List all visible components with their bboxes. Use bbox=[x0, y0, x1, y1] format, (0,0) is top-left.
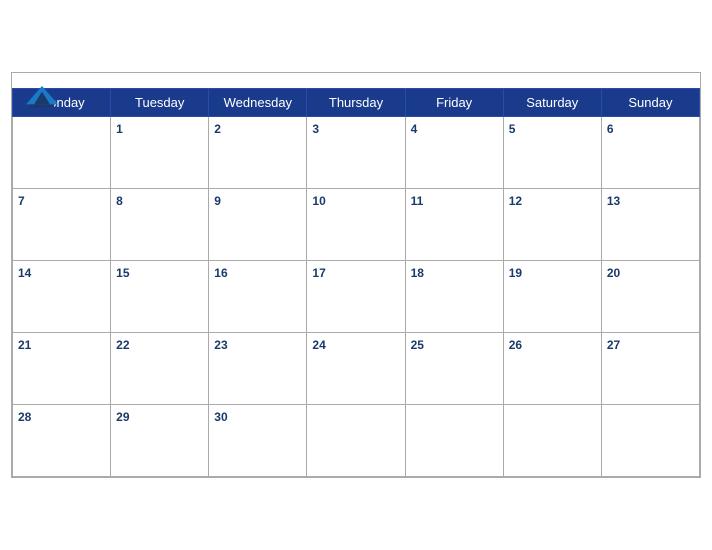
day-number: 1 bbox=[116, 122, 123, 136]
calendar-day-cell: 29 bbox=[111, 405, 209, 477]
day-number: 12 bbox=[509, 194, 522, 208]
calendar-day-cell: 22 bbox=[111, 333, 209, 405]
logo-icon bbox=[22, 81, 62, 111]
calendar-day-cell: 7 bbox=[13, 189, 111, 261]
calendar-day-cell: 26 bbox=[503, 333, 601, 405]
calendar-day-cell: 23 bbox=[209, 333, 307, 405]
day-number: 20 bbox=[607, 266, 620, 280]
day-number: 29 bbox=[116, 410, 129, 424]
calendar-day-cell: 16 bbox=[209, 261, 307, 333]
calendar-day-cell bbox=[405, 405, 503, 477]
weekday-header-row: MondayTuesdayWednesdayThursdayFridaySatu… bbox=[13, 89, 700, 117]
weekday-header-sunday: Sunday bbox=[601, 89, 699, 117]
day-number: 6 bbox=[607, 122, 614, 136]
calendar-day-cell: 15 bbox=[111, 261, 209, 333]
calendar-day-cell: 13 bbox=[601, 189, 699, 261]
calendar-day-cell: 18 bbox=[405, 261, 503, 333]
calendar-week-row: 14 15 16 17 18 19 20 bbox=[13, 261, 700, 333]
calendar-day-cell: 17 bbox=[307, 261, 405, 333]
calendar-day-cell: 14 bbox=[13, 261, 111, 333]
calendar-day-cell: 30 bbox=[209, 405, 307, 477]
day-number: 13 bbox=[607, 194, 620, 208]
day-number: 2 bbox=[214, 122, 221, 136]
calendar-day-cell: 10 bbox=[307, 189, 405, 261]
day-number: 19 bbox=[509, 266, 522, 280]
day-number: 8 bbox=[116, 194, 123, 208]
day-number: 9 bbox=[214, 194, 221, 208]
day-number: 5 bbox=[509, 122, 516, 136]
calendar-day-cell: 4 bbox=[405, 117, 503, 189]
day-number: 3 bbox=[312, 122, 319, 136]
day-number: 25 bbox=[411, 338, 424, 352]
calendar-day-cell: 20 bbox=[601, 261, 699, 333]
calendar-day-cell: 21 bbox=[13, 333, 111, 405]
day-number: 28 bbox=[18, 410, 31, 424]
day-number: 15 bbox=[116, 266, 129, 280]
day-number: 18 bbox=[411, 266, 424, 280]
calendar-week-row: 21 22 23 24 25 26 27 bbox=[13, 333, 700, 405]
calendar-day-cell bbox=[307, 405, 405, 477]
calendar-day-cell: 6 bbox=[601, 117, 699, 189]
calendar-day-cell: 2 bbox=[209, 117, 307, 189]
calendar-day-cell: 11 bbox=[405, 189, 503, 261]
weekday-header-friday: Friday bbox=[405, 89, 503, 117]
day-number: 26 bbox=[509, 338, 522, 352]
calendar-day-cell: 27 bbox=[601, 333, 699, 405]
day-number: 21 bbox=[18, 338, 31, 352]
calendar-week-row: 28 29 30 bbox=[13, 405, 700, 477]
calendar-day-cell: 1 bbox=[111, 117, 209, 189]
day-number: 23 bbox=[214, 338, 227, 352]
calendar-week-row: 7 8 9 10 11 12 13 bbox=[13, 189, 700, 261]
calendar-day-cell bbox=[601, 405, 699, 477]
day-number: 16 bbox=[214, 266, 227, 280]
calendar-day-cell: 12 bbox=[503, 189, 601, 261]
calendar-day-cell bbox=[13, 117, 111, 189]
weekday-header-wednesday: Wednesday bbox=[209, 89, 307, 117]
day-number: 27 bbox=[607, 338, 620, 352]
calendar-day-cell: 9 bbox=[209, 189, 307, 261]
weekday-header-tuesday: Tuesday bbox=[111, 89, 209, 117]
calendar-day-cell: 25 bbox=[405, 333, 503, 405]
calendar-header bbox=[12, 73, 700, 88]
day-number: 11 bbox=[411, 194, 424, 208]
calendar-day-cell: 19 bbox=[503, 261, 601, 333]
calendar: MondayTuesdayWednesdayThursdayFridaySatu… bbox=[11, 72, 701, 478]
calendar-day-cell: 3 bbox=[307, 117, 405, 189]
day-number: 4 bbox=[411, 122, 418, 136]
day-number: 14 bbox=[18, 266, 31, 280]
calendar-day-cell: 5 bbox=[503, 117, 601, 189]
day-number: 7 bbox=[18, 194, 25, 208]
calendar-day-cell: 8 bbox=[111, 189, 209, 261]
weekday-header-saturday: Saturday bbox=[503, 89, 601, 117]
day-number: 30 bbox=[214, 410, 227, 424]
day-number: 22 bbox=[116, 338, 129, 352]
calendar-week-row: 1 2 3 4 5 6 bbox=[13, 117, 700, 189]
calendar-day-cell: 24 bbox=[307, 333, 405, 405]
calendar-grid: MondayTuesdayWednesdayThursdayFridaySatu… bbox=[12, 88, 700, 477]
day-number: 24 bbox=[312, 338, 325, 352]
weekday-header-thursday: Thursday bbox=[307, 89, 405, 117]
calendar-day-cell: 28 bbox=[13, 405, 111, 477]
day-number: 17 bbox=[312, 266, 325, 280]
logo bbox=[22, 81, 62, 111]
day-number: 10 bbox=[312, 194, 325, 208]
calendar-day-cell bbox=[503, 405, 601, 477]
